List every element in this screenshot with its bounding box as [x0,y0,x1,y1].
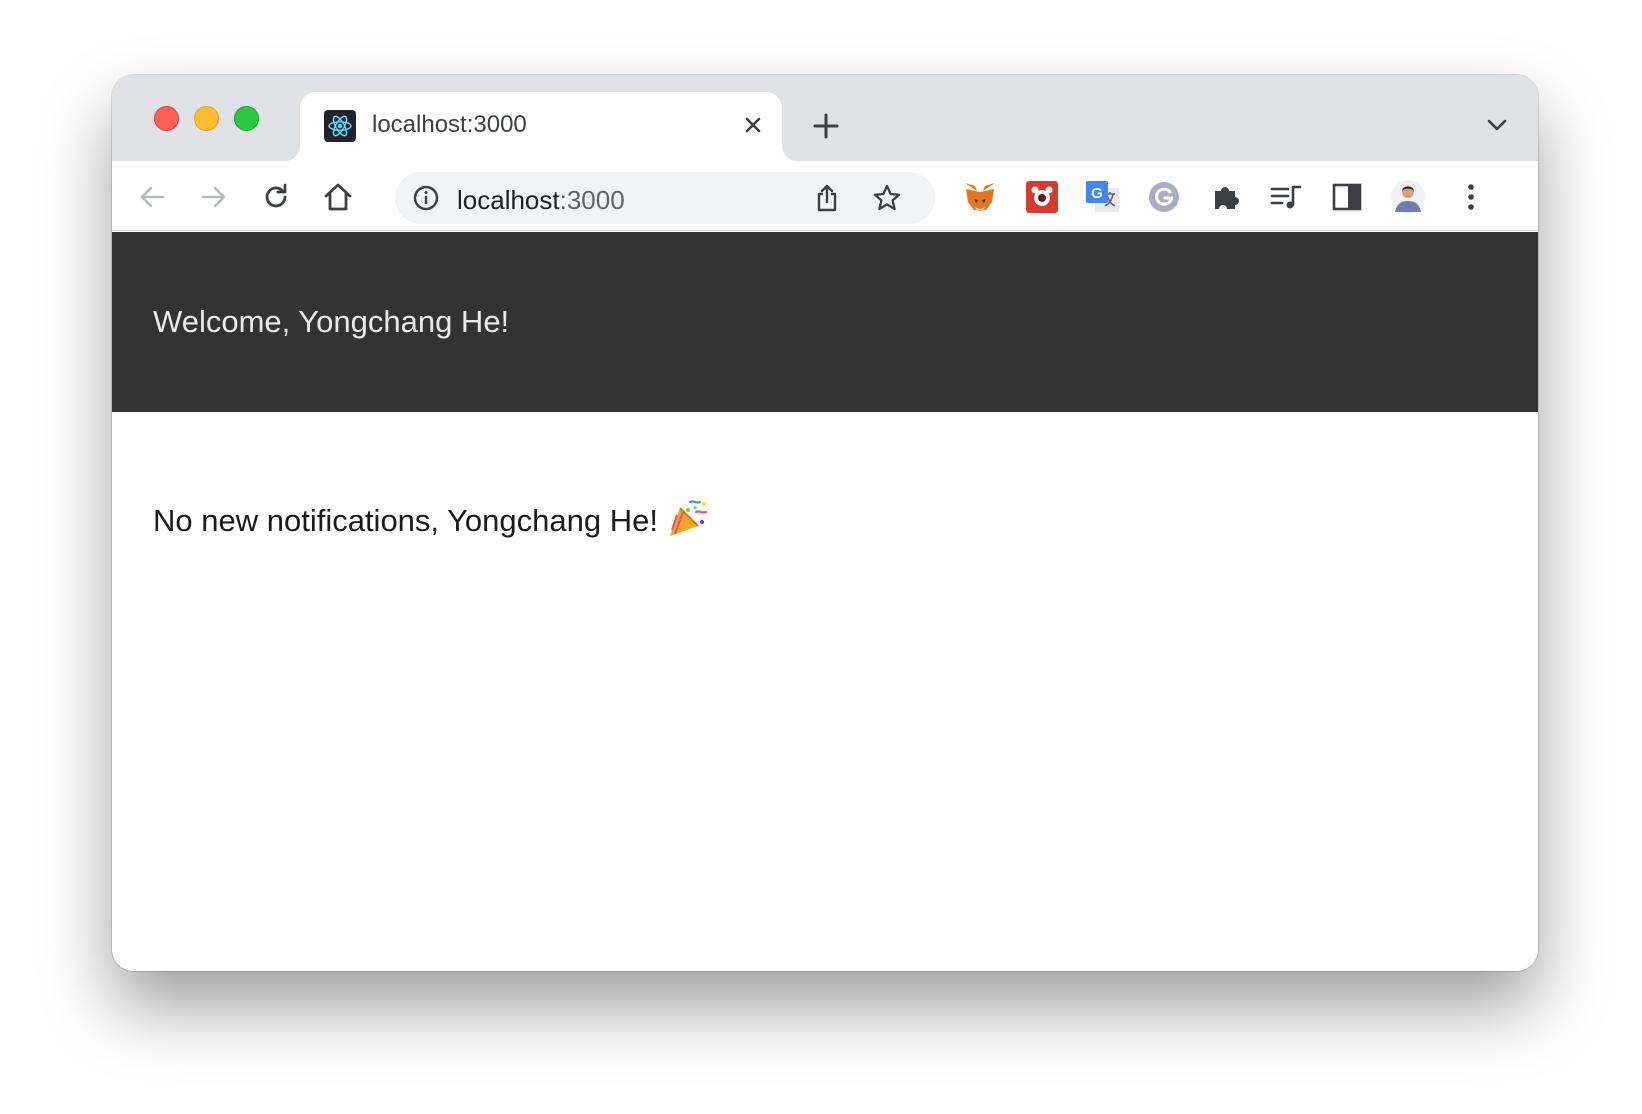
party-popper-icon [666,496,710,546]
app-main: No new notifications, Yongchang He! [112,412,1538,971]
svg-text:G: G [1091,185,1103,202]
address-bar[interactable]: localhost:3000 [395,172,935,224]
url-text: localhost:3000 [457,185,625,216]
profile-avatar[interactable] [1389,178,1427,216]
close-window-button[interactable] [154,106,179,131]
browser-toolbar: localhost:3000 G [112,161,1538,231]
new-tab-plus-icon[interactable] [808,108,844,144]
notification-text: No new notifications, Yongchang He! [153,503,658,538]
screenshot-stage: localhost:3000 localhost:3000 G Welcome,… [0,0,1642,1114]
forward-arrow-icon[interactable] [194,177,234,217]
reload-icon[interactable] [256,177,296,217]
app-header: Welcome, Yongchang He! [112,232,1538,412]
url-port: :3000 [559,185,625,215]
metamask-fox-icon[interactable] [961,178,999,216]
home-icon[interactable] [318,177,358,217]
notification-status: No new notifications, Yongchang He! [153,496,710,546]
welcome-message: Welcome, Yongchang He! [153,304,510,339]
tab-search-chevron-down-icon[interactable] [1480,108,1514,142]
url-host: localhost [457,185,560,215]
grammarly-icon[interactable] [1145,178,1183,216]
back-arrow-icon[interactable] [132,177,172,217]
tab-strip: localhost:3000 [112,75,1538,161]
side-panel-icon[interactable] [1328,178,1366,216]
site-info-icon[interactable] [411,183,441,213]
browser-window: localhost:3000 localhost:3000 G Welcome,… [112,75,1538,971]
react-logo-icon [324,110,356,142]
media-queue-icon[interactable] [1267,178,1305,216]
more-vertical-icon[interactable] [1452,178,1490,216]
maximize-window-button[interactable] [234,106,259,131]
close-tab-icon[interactable] [736,108,770,142]
bookmark-star-icon[interactable] [869,180,905,216]
google-translate-icon[interactable]: G [1084,178,1122,216]
red-extension-icon[interactable] [1023,178,1061,216]
minimize-window-button[interactable] [194,106,219,131]
tab-localhost[interactable]: localhost:3000 [284,92,798,161]
tab-title: localhost:3000 [372,111,527,138]
puzzle-extensions-icon[interactable] [1206,178,1244,216]
share-icon[interactable] [809,180,845,216]
